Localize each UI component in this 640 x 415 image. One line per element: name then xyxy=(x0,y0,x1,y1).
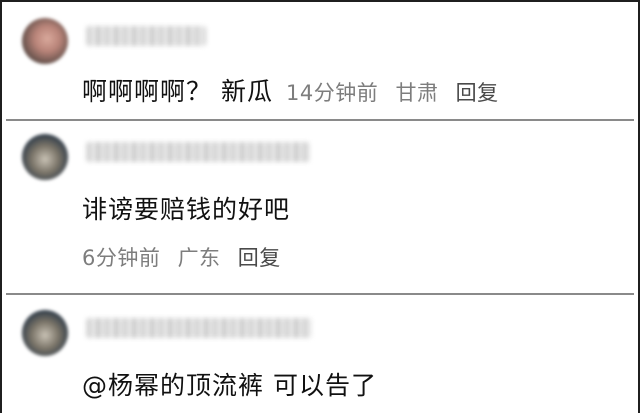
reply-button[interactable]: 回复 xyxy=(456,81,499,105)
comment-time: 6分钟前 xyxy=(82,246,161,270)
username-blurred[interactable] xyxy=(86,142,310,162)
comment-time: 14分钟前 xyxy=(286,81,379,105)
comment-body-line: 啊啊啊啊？ 新瓜 14分钟前 甘肃 回复 xyxy=(82,72,509,108)
comment-location: 广东 xyxy=(177,246,221,270)
avatar[interactable] xyxy=(22,18,68,64)
comment-location: 甘肃 xyxy=(395,81,439,105)
comment-text: 诽谤要赔钱的好吧 xyxy=(82,195,291,224)
comment-text: 啊啊啊啊？ 新瓜 xyxy=(82,77,273,106)
comment-meta: 14分钟前 甘肃 回复 xyxy=(286,81,509,105)
username-blurred[interactable] xyxy=(86,26,206,46)
reply-button[interactable]: 回复 xyxy=(238,246,281,270)
avatar[interactable] xyxy=(22,310,68,356)
avatar[interactable] xyxy=(22,134,68,180)
divider xyxy=(6,119,634,121)
comment-meta: 6分钟前 广东 回复 xyxy=(82,242,291,272)
comment-text: @杨幂的顶流裤 可以告了 xyxy=(82,371,377,400)
username-blurred[interactable] xyxy=(86,318,312,338)
divider xyxy=(6,293,634,295)
